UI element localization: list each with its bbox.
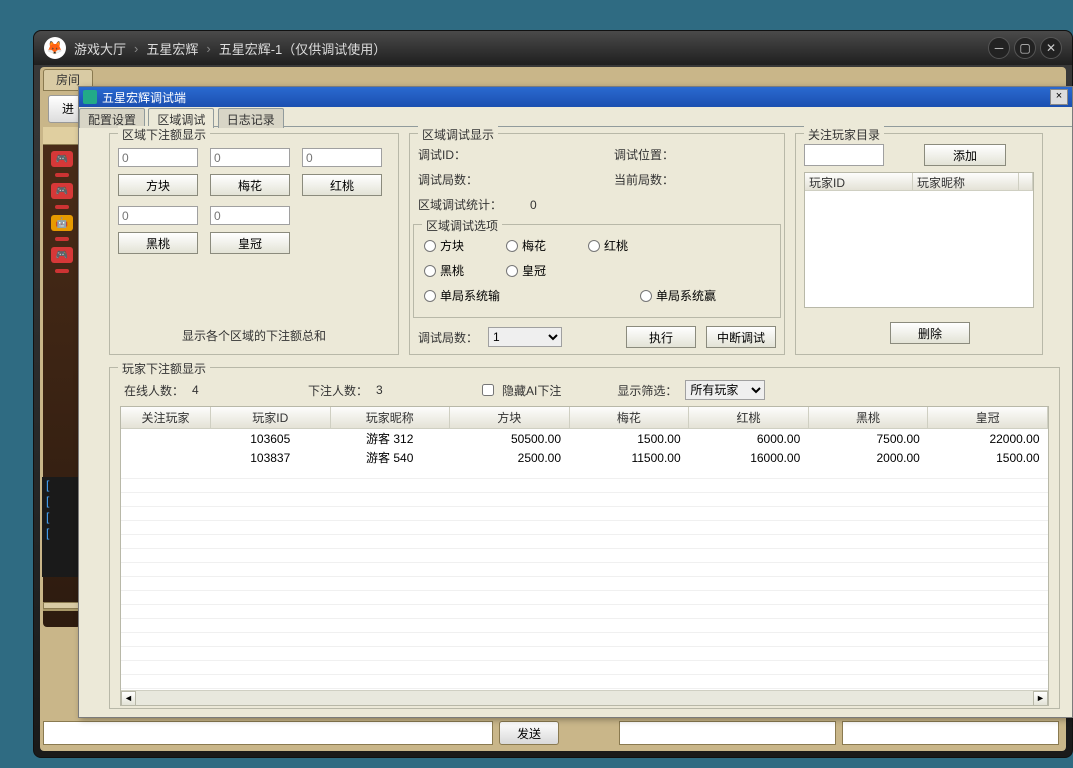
- stat-value: 0: [530, 198, 537, 212]
- seat-icon[interactable]: 🎮: [51, 183, 73, 199]
- close-button[interactable]: ✕: [1040, 37, 1062, 59]
- col-heitao[interactable]: 黑桃: [808, 407, 928, 429]
- hide-ai-label: 隐藏AI下注: [502, 382, 561, 399]
- player-table[interactable]: 关注玩家 玩家ID 玩家昵称 方块 梅花 红桃 黑桃 皇冠 103605 游客 …: [120, 406, 1049, 706]
- bet-label: 下注人数：: [308, 382, 368, 399]
- tab-log[interactable]: 日志记录: [218, 108, 284, 128]
- radio-meihua[interactable]: 梅花: [506, 237, 546, 254]
- heitao-input[interactable]: [118, 206, 198, 225]
- seat-icon[interactable]: 🎮: [51, 247, 73, 263]
- app-logo: 🦊: [44, 37, 66, 59]
- breadcrumb-0[interactable]: 游戏大厅: [74, 39, 126, 58]
- area-debug-options-title: 区域调试选项: [422, 217, 502, 234]
- breadcrumb-2[interactable]: 五星宏辉-1（仅供调试使用）: [219, 39, 387, 58]
- col-watch[interactable]: 关注玩家: [121, 407, 211, 429]
- radio-system-lose[interactable]: 单局系统输: [424, 287, 500, 304]
- dialog-tabs: 配置设置 区域调试 日志记录: [79, 107, 1072, 127]
- stat-label: 区域调试统计：: [418, 196, 502, 213]
- dialog-titlebar[interactable]: 五星宏辉调试端 ×: [79, 87, 1072, 107]
- area-debug-group: 区域调试显示 调试ID： 调试位置： 调试局数： 当前局数： 区域调试统计： 0…: [409, 133, 785, 355]
- hongtao-input[interactable]: [302, 148, 382, 167]
- seat-icon-bot[interactable]: 🤖: [51, 215, 73, 231]
- watchlist-group: 关注玩家目录 添加 玩家ID 玩家昵称 删除: [795, 133, 1043, 355]
- area-debug-title: 区域调试显示: [418, 126, 498, 143]
- send-button[interactable]: 发送: [499, 721, 559, 745]
- dialog-icon: [83, 90, 97, 104]
- col-hongtao[interactable]: 红桃: [689, 407, 809, 429]
- chat-input[interactable]: [43, 721, 493, 745]
- dialog-close-button[interactable]: ×: [1050, 89, 1068, 105]
- radio-huangguan[interactable]: 皇冠: [506, 262, 546, 279]
- area-bet-title: 区域下注额显示: [118, 126, 210, 143]
- col-meihua[interactable]: 梅花: [569, 407, 689, 429]
- col-name[interactable]: 玩家昵称: [330, 407, 449, 429]
- right-list-b[interactable]: [842, 721, 1059, 745]
- online-value: 4: [192, 383, 212, 397]
- rounds-select[interactable]: 1: [488, 327, 562, 347]
- online-label: 在线人数：: [124, 382, 184, 399]
- debug-dialog: 五星宏辉调试端 × 配置设置 区域调试 日志记录 区域下注额显示 方块 梅花 红…: [78, 86, 1073, 718]
- add-button[interactable]: 添加: [924, 144, 1006, 166]
- watchlist-table[interactable]: 玩家ID 玩家昵称: [804, 172, 1034, 308]
- dialog-title: 五星宏辉调试端: [102, 89, 186, 106]
- table-row[interactable]: 103605 游客 312 50500.00 1500.00 6000.00 7…: [121, 429, 1048, 449]
- maximize-button[interactable]: ▢: [1014, 37, 1036, 59]
- fangkuai-button[interactable]: 方块: [118, 174, 198, 196]
- area-bet-group: 区域下注额显示 方块 梅花 红桃 黑桃 皇冠: [109, 133, 399, 355]
- breadcrumb-1[interactable]: 五星宏辉: [146, 39, 198, 58]
- game-titlebar: 🦊 游戏大厅 › 五星宏辉 › 五星宏辉-1（仅供调试使用） ─ ▢ ✕: [34, 31, 1072, 65]
- radio-heitao[interactable]: 黑桃: [424, 262, 464, 279]
- filter-label: 显示筛选：: [617, 382, 677, 399]
- sidebar-scrollbar[interactable]: [43, 602, 81, 611]
- col-id[interactable]: 玩家ID: [211, 407, 331, 429]
- area-debug-options-group: 区域调试选项 方块 梅花 红桃 黑桃 皇冠 单局系统输 单局系统赢: [413, 224, 781, 318]
- hide-ai-checkbox[interactable]: [482, 384, 494, 396]
- watchlist-input[interactable]: [804, 144, 884, 166]
- delete-button[interactable]: 删除: [890, 322, 970, 344]
- col-crown[interactable]: 皇冠: [928, 407, 1048, 429]
- table-hscrollbar[interactable]: ◄ ►: [121, 690, 1048, 705]
- heitao-button[interactable]: 黑桃: [118, 232, 198, 254]
- col-fangkuai[interactable]: 方块: [449, 407, 569, 429]
- area-bet-footer: 显示各个区域的下注额总和: [110, 327, 398, 344]
- player-bet-group: 玩家下注额显示 在线人数： 4 下注人数： 3 隐藏AI下注 显示筛选： 所有玩…: [109, 367, 1060, 709]
- tab-config[interactable]: 配置设置: [79, 108, 145, 128]
- meihua-input[interactable]: [210, 148, 290, 167]
- right-list-a[interactable]: [619, 721, 836, 745]
- cur-round-label: 当前局数：: [614, 171, 674, 188]
- scroll-right-icon[interactable]: ►: [1033, 691, 1048, 706]
- player-bet-title: 玩家下注额显示: [118, 360, 210, 377]
- debug-id-label: 调试ID：: [418, 146, 466, 163]
- breadcrumb-sep: ›: [206, 41, 210, 56]
- minimize-button[interactable]: ─: [988, 37, 1010, 59]
- chat-bar: 发送: [43, 715, 1063, 751]
- abort-button[interactable]: 中断调试: [706, 326, 776, 348]
- bet-value: 3: [376, 383, 396, 397]
- meihua-button[interactable]: 梅花: [210, 174, 290, 196]
- radio-fangkuai[interactable]: 方块: [424, 237, 464, 254]
- radio-system-win[interactable]: 单局系统赢: [640, 287, 716, 304]
- huangguan-button[interactable]: 皇冠: [210, 232, 290, 254]
- debug-pos-label: 调试位置：: [614, 146, 674, 163]
- seat-icon[interactable]: 🎮: [51, 151, 73, 167]
- scroll-left-icon[interactable]: ◄: [121, 691, 136, 706]
- radio-hongtao[interactable]: 红桃: [588, 237, 628, 254]
- filter-select[interactable]: 所有玩家: [685, 380, 765, 400]
- huangguan-input[interactable]: [210, 206, 290, 225]
- execute-button[interactable]: 执行: [626, 326, 696, 348]
- watchlist-title: 关注玩家目录: [804, 126, 884, 143]
- debug-rounds-label: 调试局数：: [418, 171, 478, 188]
- breadcrumb-sep: ›: [134, 41, 138, 56]
- rounds-label: 调试局数：: [418, 329, 478, 346]
- tab-area-debug[interactable]: 区域调试: [148, 108, 214, 128]
- hongtao-button[interactable]: 红桃: [302, 174, 382, 196]
- fangkuai-input[interactable]: [118, 148, 198, 167]
